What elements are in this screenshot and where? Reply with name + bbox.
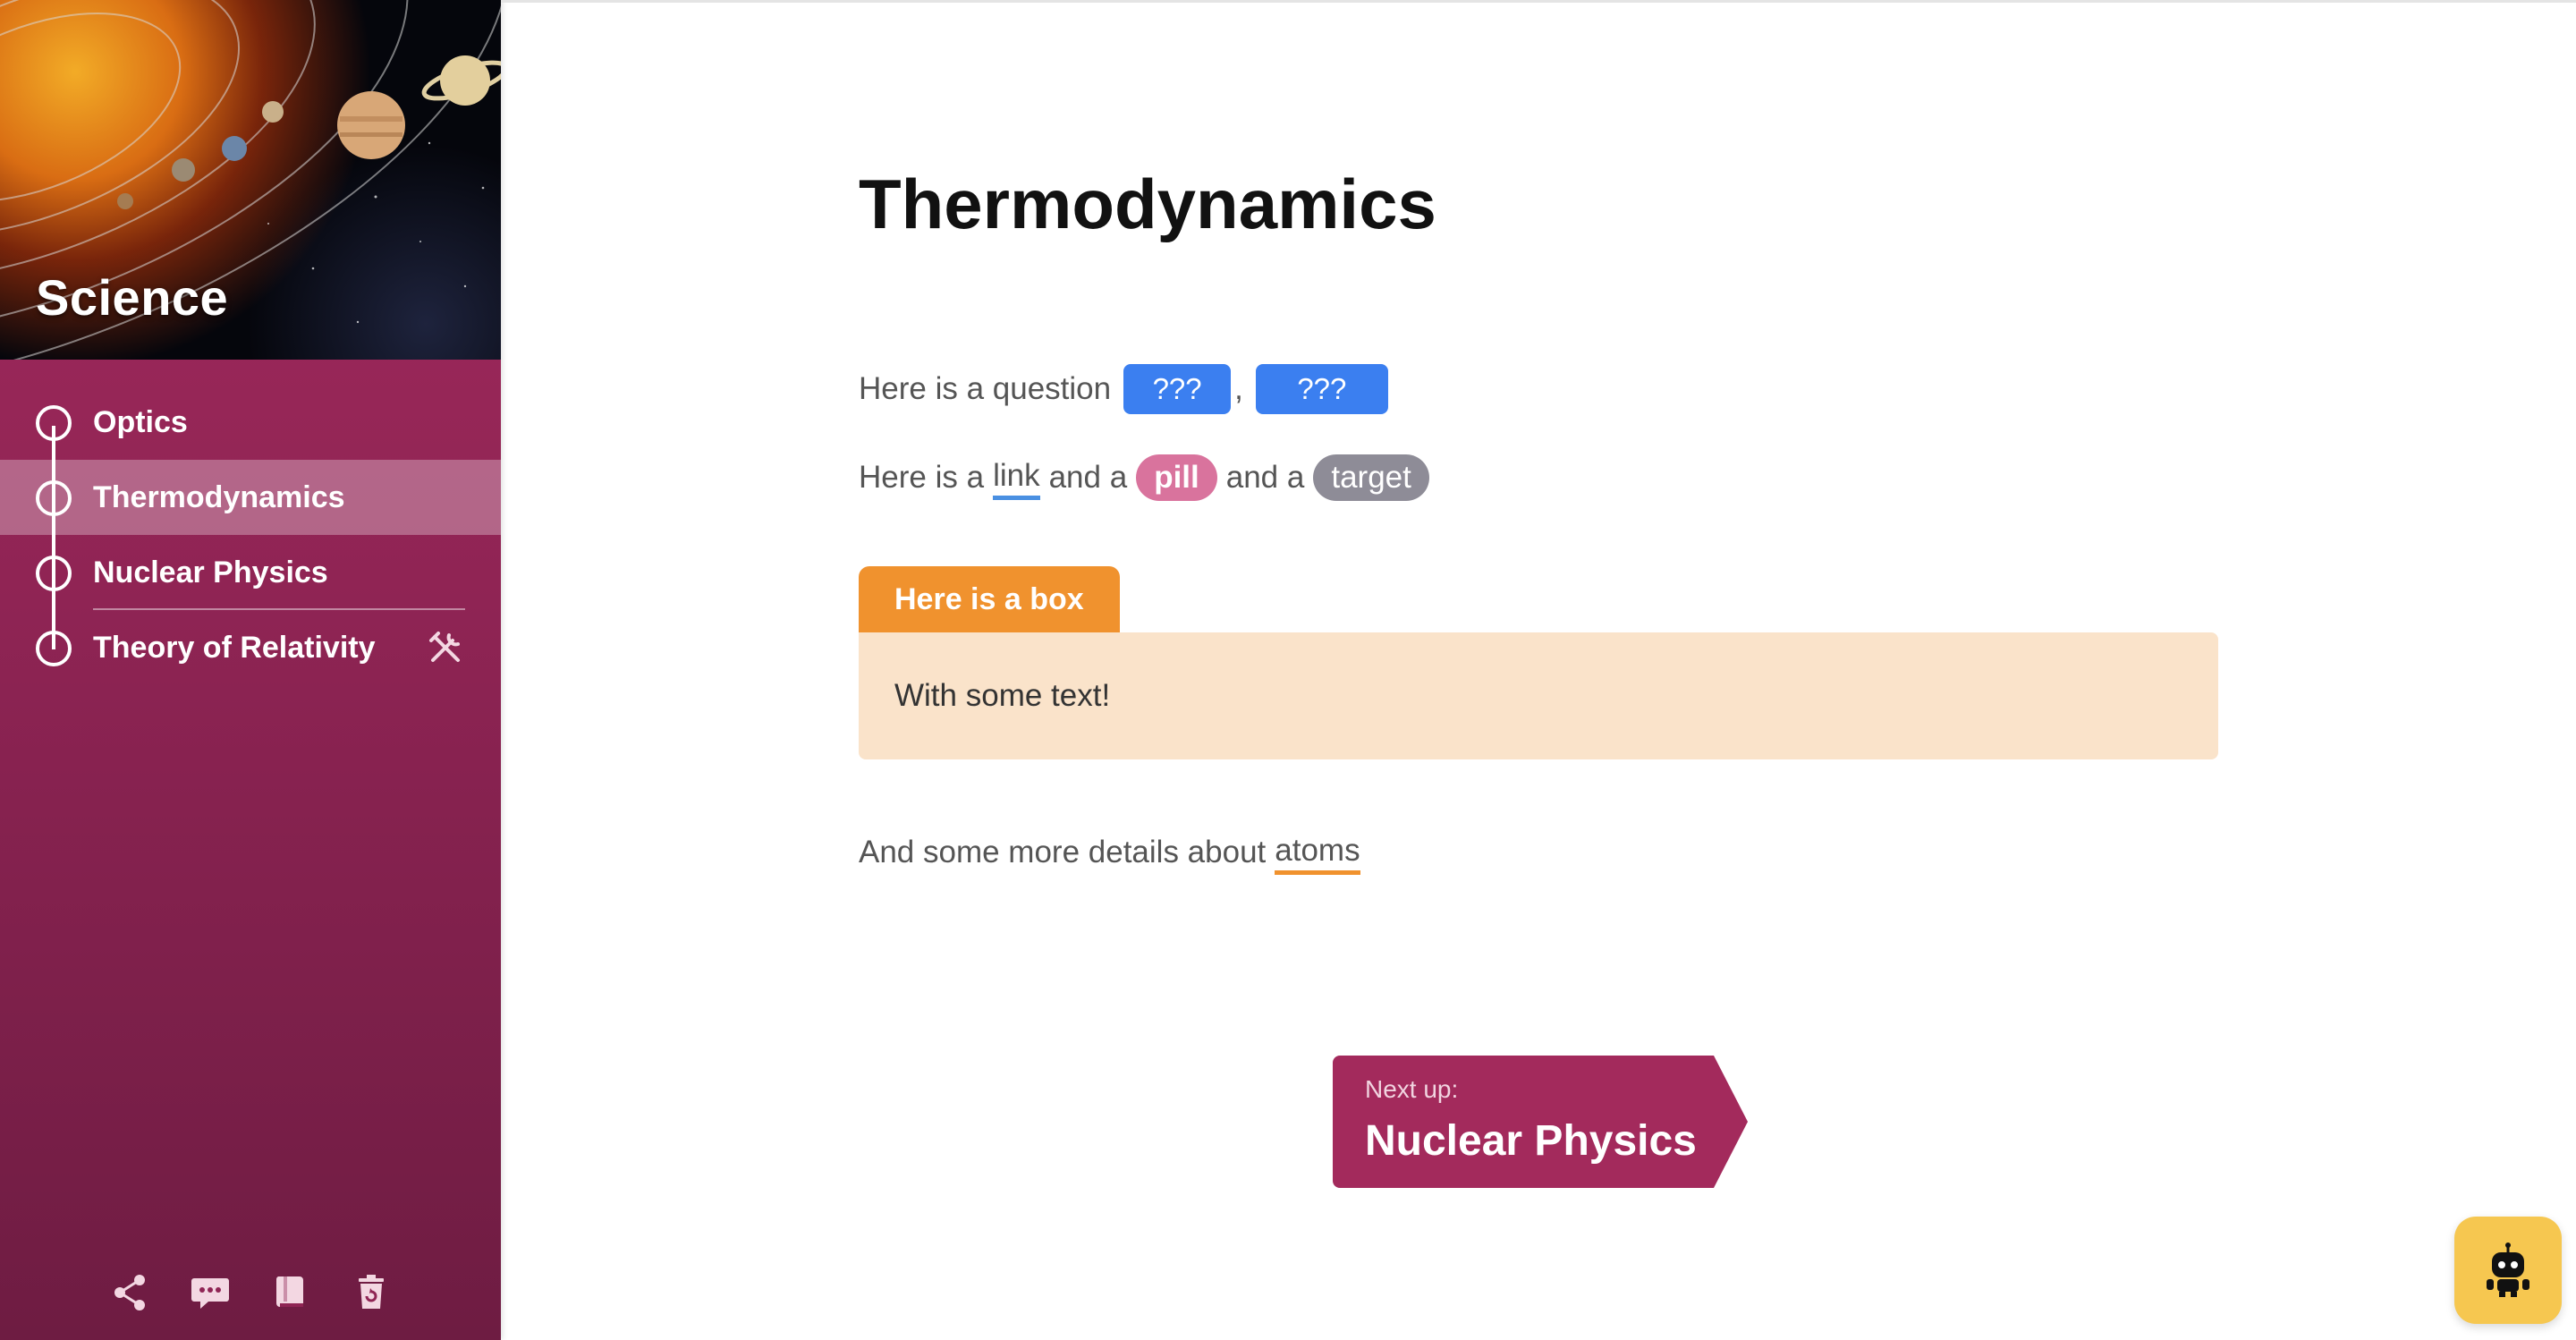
details-paragraph: And some more details about atoms	[859, 827, 1360, 878]
drop-target[interactable]: target	[1313, 454, 1429, 501]
sidebar-item-label: Nuclear Physics	[93, 555, 328, 589]
tools-icon	[426, 628, 465, 667]
question-paragraph: Here is a question ??? , ???	[859, 364, 1388, 414]
robot-icon	[2487, 1242, 2529, 1297]
sidebar-item-thermodynamics[interactable]: Thermodynamics	[0, 460, 501, 535]
info-box: Here is a box With some text!	[859, 566, 2218, 759]
chapter-nav: Optics Thermodynamics Nuclear Physics Th…	[0, 385, 501, 685]
box-title: Here is a box	[859, 566, 1120, 632]
paragraph-text: Here is a	[859, 460, 985, 495]
circle-icon	[36, 631, 72, 666]
paragraph-text: and a	[1048, 460, 1128, 495]
inline-link[interactable]: link	[993, 456, 1040, 500]
sidebar-item-label: Theory of Relativity	[93, 630, 376, 665]
book-icon[interactable]	[272, 1272, 309, 1313]
circle-icon	[36, 405, 72, 441]
sidebar-item-label: Optics	[93, 404, 188, 439]
sidebar-item-label: Thermodynamics	[93, 479, 345, 514]
paragraph-text: And some more details about	[859, 835, 1267, 869]
question-text: Here is a question	[859, 371, 1112, 406]
blank-input[interactable]: ???	[1123, 364, 1232, 414]
sidebar-item-theory-of-relativity[interactable]: Theory of Relativity	[0, 610, 501, 685]
sidebar: Science Optics Thermodynamics Nuclear Ph…	[0, 0, 501, 1340]
course-title: Science	[36, 269, 229, 326]
sidebar-item-optics[interactable]: Optics	[0, 385, 501, 460]
page-title: Thermodynamics	[859, 165, 1436, 243]
link-paragraph: Here is a link and a pill and a target	[859, 453, 1429, 503]
next-up-button[interactable]: Next up: Nuclear Physics	[1333, 1056, 1753, 1188]
course-header: Science	[0, 0, 501, 360]
sidebar-item-nuclear-physics[interactable]: Nuclear Physics	[0, 535, 501, 610]
assistant-button[interactable]	[2454, 1217, 2562, 1324]
box-body: With some text!	[859, 632, 2218, 759]
separator-text: ,	[1234, 371, 1243, 406]
circle-icon	[36, 556, 72, 591]
reset-icon[interactable]	[352, 1272, 390, 1313]
next-up-label: Next up:	[1365, 1075, 1459, 1103]
pill[interactable]: pill	[1136, 454, 1217, 501]
main-content: Thermodynamics Here is a question ??? , …	[501, 0, 2576, 1340]
glossary-term[interactable]: atoms	[1275, 831, 1360, 875]
box-text: With some text!	[894, 678, 1111, 713]
blank-input[interactable]: ???	[1255, 364, 1388, 414]
sidebar-footer	[0, 1272, 501, 1313]
paragraph-text: and a	[1225, 460, 1305, 495]
chat-icon[interactable]	[191, 1272, 229, 1313]
next-up-title: Nuclear Physics	[1365, 1117, 1697, 1165]
share-icon[interactable]	[111, 1272, 148, 1313]
circle-icon	[36, 480, 72, 516]
